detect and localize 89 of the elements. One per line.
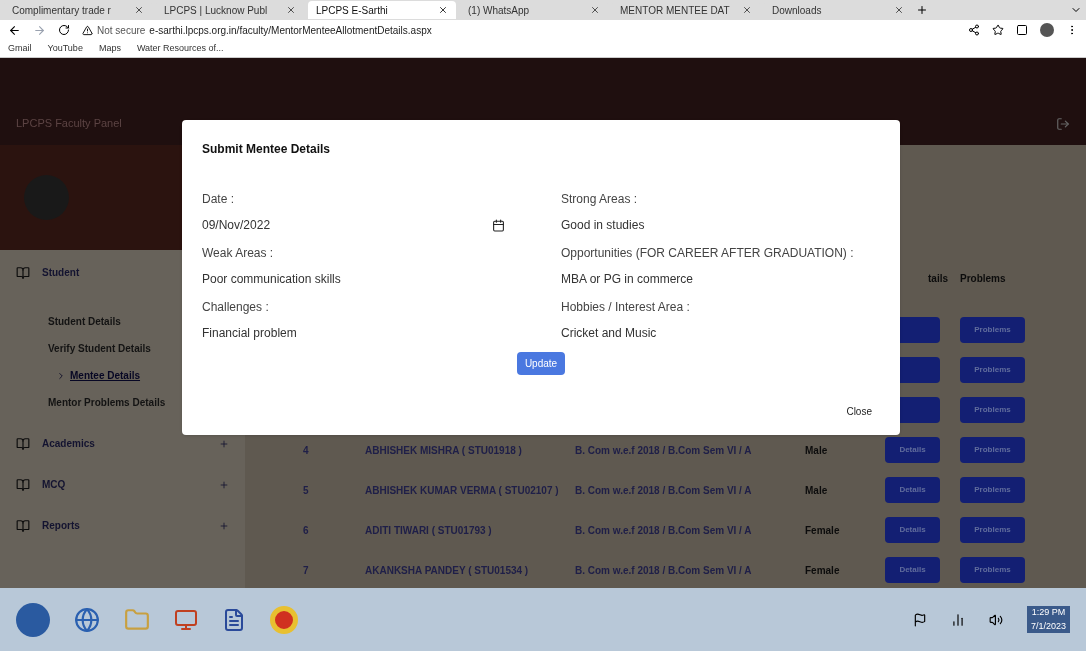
start-button[interactable] <box>16 602 50 637</box>
details-button[interactable]: Details <box>885 557 940 583</box>
field-label: Weak Areas : <box>202 245 275 262</box>
field-value: 09/Nov/2022 <box>202 217 271 234</box>
field-label: Date : <box>202 191 235 208</box>
close-icon[interactable] <box>438 5 448 15</box>
network-icon[interactable] <box>950 612 965 627</box>
bookmark[interactable]: YouTube <box>47 41 83 56</box>
logout-icon[interactable] <box>1056 117 1070 131</box>
field-value: Cricket and Music <box>561 325 657 342</box>
column-header: tails <box>927 271 949 286</box>
table-cell-text: B. Com w.e.f 2018 / B.Com Sem VI / A <box>575 443 753 458</box>
book-icon <box>16 477 30 492</box>
close-icon[interactable] <box>286 5 296 15</box>
clock-time: 1:29 PM <box>1031 606 1066 619</box>
share-icon[interactable] <box>968 24 980 36</box>
problems-button[interactable]: Problems <box>960 437 1025 463</box>
close-icon[interactable] <box>894 5 904 15</box>
table-cell-text: Female <box>805 523 841 538</box>
sidebar-section[interactable]: Academics <box>0 436 245 451</box>
warning-icon <box>82 24 93 36</box>
plus-icon <box>219 520 229 531</box>
square-icon[interactable] <box>1016 24 1028 36</box>
chevron-icon <box>56 370 66 381</box>
calendar-icon[interactable] <box>492 218 505 232</box>
bookmark[interactable]: Water Resources of... <box>136 41 224 56</box>
problems-button[interactable]: Problems <box>960 357 1025 383</box>
update-button[interactable]: Update <box>516 352 566 375</box>
book-icon <box>16 265 30 280</box>
chrome-icon[interactable] <box>270 605 298 634</box>
problems-button[interactable]: Problems <box>960 517 1025 543</box>
table-cell-text: ABHISHEK MISHRA ( STU01918 ) <box>365 443 523 458</box>
media-icon[interactable] <box>174 607 198 632</box>
bookmark[interactable]: Maps <box>98 41 121 56</box>
field-value: Good in studies <box>561 217 645 234</box>
profile-avatar[interactable] <box>1040 23 1054 37</box>
problems-button[interactable]: Problems <box>960 557 1025 583</box>
bookmark[interactable]: Gmail <box>8 41 32 56</box>
sidebar-item[interactable]: Mentee Details <box>0 368 245 383</box>
field-label: Opportunities (FOR CAREER AFTER GRADUATION) : <box>561 245 855 262</box>
browser-icon[interactable] <box>74 606 100 633</box>
field-value: MBA or PG in commerce <box>561 271 694 288</box>
table-cell-text: B. Com w.e.f 2018 / B.Com Sem VI / A <box>575 523 753 538</box>
table-cell-text: Female <box>805 563 841 578</box>
clock-date: 7/1/2023 <box>1030 619 1066 633</box>
table-cell-text: ADITI TIWARI ( STU01793 ) <box>365 523 493 538</box>
table-cell-text: Male <box>805 483 829 498</box>
book-icon <box>16 436 30 451</box>
field-label: Challenges : <box>202 299 270 316</box>
plus-icon <box>219 438 229 449</box>
book-icon <box>16 518 30 533</box>
back-icon[interactable] <box>8 23 21 37</box>
speaker-icon[interactable] <box>988 612 1003 627</box>
star-icon[interactable] <box>992 24 1004 36</box>
details-button[interactable]: Details <box>885 437 940 463</box>
close-icon[interactable] <box>134 5 144 15</box>
sidebar-section[interactable]: MCQ <box>0 477 245 492</box>
close-button[interactable]: Close <box>838 400 880 423</box>
details-button[interactable]: Details <box>885 517 940 543</box>
browser-tab[interactable]: LPCPS E-Sarthi <box>308 1 456 19</box>
table-cell-text: 7 <box>302 563 310 578</box>
field-value: Poor communication skills <box>202 271 341 288</box>
reload-icon[interactable] <box>58 24 70 36</box>
field-value: Financial problem <box>202 325 297 342</box>
plus-icon <box>219 479 229 490</box>
field-label: Hobbies / Interest Area : <box>561 299 691 316</box>
table-cell-text: B. Com w.e.f 2018 / B.Com Sem VI / A <box>575 483 753 498</box>
table-cell-text: Male <box>805 443 829 458</box>
document-icon[interactable] <box>222 607 246 632</box>
modal-title: Submit Mentee Details <box>202 141 332 158</box>
table-cell-text: 5 <box>302 483 310 498</box>
panel-title: LPCPS Faculty Panel <box>16 115 122 131</box>
table-cell-text: 4 <box>302 443 310 458</box>
table-cell-text: 6 <box>302 523 310 538</box>
forward-icon[interactable] <box>33 23 46 37</box>
table-cell-text: AKANKSHA PANDEY ( STU01534 ) <box>365 563 530 578</box>
details-button[interactable]: Details <box>885 477 940 503</box>
table-cell-text: ABHISHEK KUMAR VERMA ( STU02107 ) <box>365 483 560 498</box>
field-label: Strong Areas : <box>561 191 639 208</box>
flag-icon[interactable] <box>912 612 927 627</box>
column-header: Problems <box>960 271 1007 286</box>
problems-button[interactable]: Problems <box>960 397 1025 423</box>
new-tab-icon[interactable] <box>916 4 928 16</box>
problems-button[interactable]: Problems <box>960 477 1025 503</box>
table-cell-text: B. Com w.e.f 2018 / B.Com Sem VI / A <box>575 563 753 578</box>
problems-button[interactable]: Problems <box>960 317 1025 343</box>
close-icon[interactable] <box>590 5 600 15</box>
close-icon[interactable] <box>742 5 752 15</box>
sidebar-section[interactable]: Reports <box>0 518 245 533</box>
